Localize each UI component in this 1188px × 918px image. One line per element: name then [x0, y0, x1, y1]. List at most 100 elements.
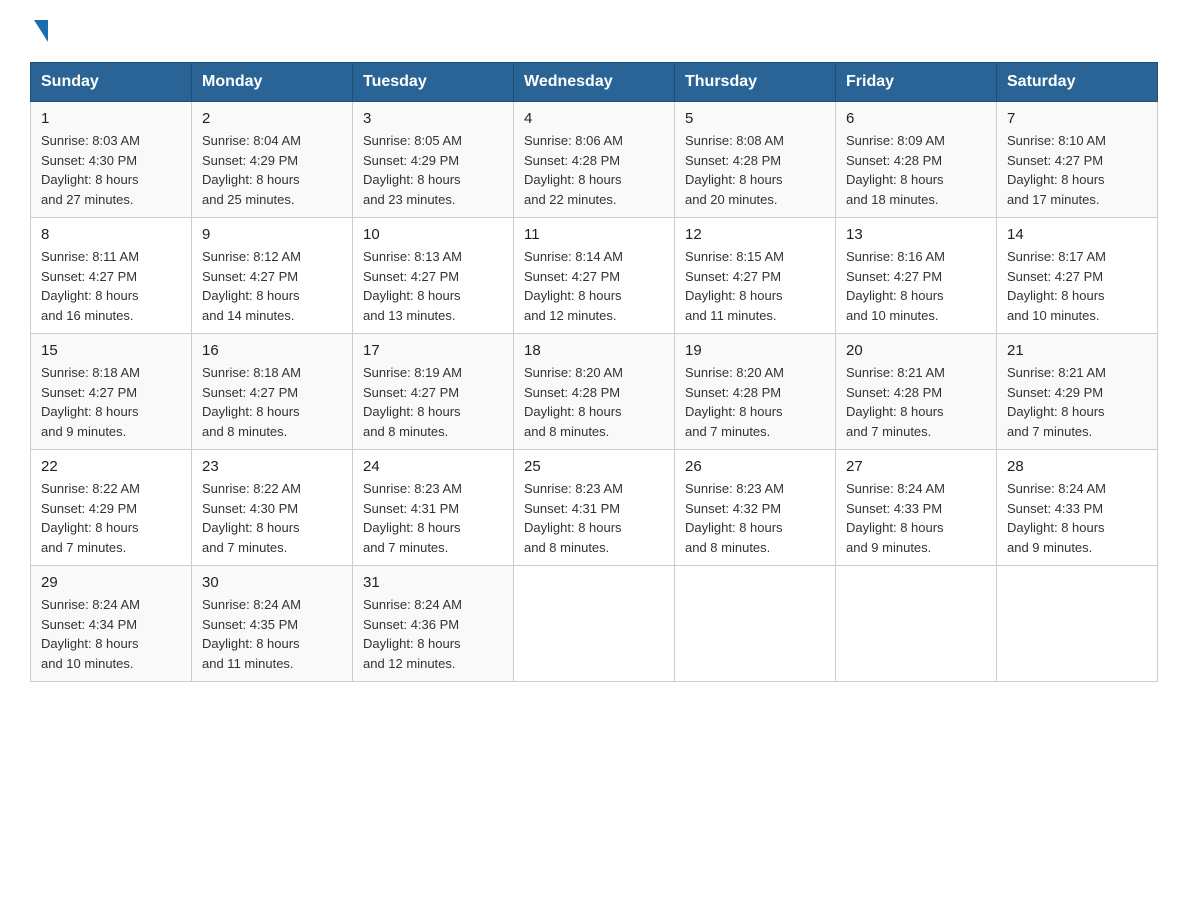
day-number: 28: [1007, 458, 1147, 475]
day-number: 19: [685, 342, 825, 359]
calendar-cell: 17 Sunrise: 8:19 AMSunset: 4:27 PMDayligh…: [353, 334, 514, 450]
calendar-cell: [514, 566, 675, 682]
header-day-wednesday: Wednesday: [514, 63, 675, 102]
calendar-cell: 20 Sunrise: 8:21 AMSunset: 4:28 PMDayligh…: [836, 334, 997, 450]
day-info: Sunrise: 8:24 AMSunset: 4:34 PMDaylight:…: [41, 595, 181, 673]
day-info: Sunrise: 8:06 AMSunset: 4:28 PMDaylight:…: [524, 131, 664, 209]
day-number: 18: [524, 342, 664, 359]
day-info: Sunrise: 8:12 AMSunset: 4:27 PMDaylight:…: [202, 247, 342, 325]
day-info: Sunrise: 8:23 AMSunset: 4:31 PMDaylight:…: [524, 479, 664, 557]
calendar-cell: 25 Sunrise: 8:23 AMSunset: 4:31 PMDayligh…: [514, 450, 675, 566]
calendar-cell: 28 Sunrise: 8:24 AMSunset: 4:33 PMDayligh…: [997, 450, 1158, 566]
day-number: 9: [202, 226, 342, 243]
day-number: 22: [41, 458, 181, 475]
day-info: Sunrise: 8:17 AMSunset: 4:27 PMDaylight:…: [1007, 247, 1147, 325]
day-number: 30: [202, 574, 342, 591]
day-info: Sunrise: 8:18 AMSunset: 4:27 PMDaylight:…: [41, 363, 181, 441]
day-number: 31: [363, 574, 503, 591]
day-info: Sunrise: 8:22 AMSunset: 4:29 PMDaylight:…: [41, 479, 181, 557]
header-day-saturday: Saturday: [997, 63, 1158, 102]
day-number: 3: [363, 110, 503, 127]
calendar-cell: 6 Sunrise: 8:09 AMSunset: 4:28 PMDaylight…: [836, 102, 997, 218]
calendar-cell: 10 Sunrise: 8:13 AMSunset: 4:27 PMDayligh…: [353, 218, 514, 334]
calendar-week-row: 29 Sunrise: 8:24 AMSunset: 4:34 PMDayligh…: [31, 566, 1158, 682]
day-number: 11: [524, 226, 664, 243]
day-number: 8: [41, 226, 181, 243]
day-number: 26: [685, 458, 825, 475]
day-number: 12: [685, 226, 825, 243]
calendar-cell: 11 Sunrise: 8:14 AMSunset: 4:27 PMDayligh…: [514, 218, 675, 334]
day-info: Sunrise: 8:14 AMSunset: 4:27 PMDaylight:…: [524, 247, 664, 325]
day-number: 23: [202, 458, 342, 475]
calendar-cell: 13 Sunrise: 8:16 AMSunset: 4:27 PMDayligh…: [836, 218, 997, 334]
calendar-cell: 22 Sunrise: 8:22 AMSunset: 4:29 PMDayligh…: [31, 450, 192, 566]
day-info: Sunrise: 8:19 AMSunset: 4:27 PMDaylight:…: [363, 363, 503, 441]
calendar-cell: 8 Sunrise: 8:11 AMSunset: 4:27 PMDaylight…: [31, 218, 192, 334]
day-number: 16: [202, 342, 342, 359]
calendar-cell: 4Sunrise: 8:06 AMSunset: 4:28 PMDaylight…: [514, 102, 675, 218]
calendar-cell: 23Sunrise: 8:22 AMSunset: 4:30 PMDayligh…: [192, 450, 353, 566]
page-header: [30, 20, 1158, 44]
day-info: Sunrise: 8:08 AMSunset: 4:28 PMDaylight:…: [685, 131, 825, 209]
calendar-cell: 18 Sunrise: 8:20 AMSunset: 4:28 PMDayligh…: [514, 334, 675, 450]
day-number: 20: [846, 342, 986, 359]
day-number: 2: [202, 110, 342, 127]
day-number: 24: [363, 458, 503, 475]
day-number: 25: [524, 458, 664, 475]
day-number: 27: [846, 458, 986, 475]
day-number: 13: [846, 226, 986, 243]
calendar-cell: 12 Sunrise: 8:15 AMSunset: 4:27 PMDayligh…: [675, 218, 836, 334]
calendar-cell: 30Sunrise: 8:24 AMSunset: 4:35 PMDayligh…: [192, 566, 353, 682]
calendar-cell: 21 Sunrise: 8:21 AMSunset: 4:29 PMDayligh…: [997, 334, 1158, 450]
calendar-header-row: SundayMondayTuesdayWednesdayThursdayFrid…: [31, 63, 1158, 102]
logo-triangle-icon: [34, 20, 48, 42]
day-number: 15: [41, 342, 181, 359]
day-info: Sunrise: 8:24 AMSunset: 4:33 PMDaylight:…: [1007, 479, 1147, 557]
day-info: Sunrise: 8:21 AMSunset: 4:28 PMDaylight:…: [846, 363, 986, 441]
day-number: 21: [1007, 342, 1147, 359]
calendar-cell: 31Sunrise: 8:24 AMSunset: 4:36 PMDayligh…: [353, 566, 514, 682]
day-number: 5: [685, 110, 825, 127]
calendar-week-row: 15 Sunrise: 8:18 AMSunset: 4:27 PMDayligh…: [31, 334, 1158, 450]
day-info: Sunrise: 8:03 AMSunset: 4:30 PMDaylight:…: [41, 131, 181, 209]
day-info: Sunrise: 8:23 AMSunset: 4:31 PMDaylight:…: [363, 479, 503, 557]
day-number: 14: [1007, 226, 1147, 243]
day-number: 29: [41, 574, 181, 591]
calendar-cell: 16 Sunrise: 8:18 AMSunset: 4:27 PMDayligh…: [192, 334, 353, 450]
header-day-friday: Friday: [836, 63, 997, 102]
day-info: Sunrise: 8:23 AMSunset: 4:32 PMDaylight:…: [685, 479, 825, 557]
header-day-tuesday: Tuesday: [353, 63, 514, 102]
calendar-cell: 24 Sunrise: 8:23 AMSunset: 4:31 PMDayligh…: [353, 450, 514, 566]
calendar-cell: 3Sunrise: 8:05 AMSunset: 4:29 PMDaylight…: [353, 102, 514, 218]
day-number: 6: [846, 110, 986, 127]
calendar-cell: 19 Sunrise: 8:20 AMSunset: 4:28 PMDayligh…: [675, 334, 836, 450]
day-number: 7: [1007, 110, 1147, 127]
day-info: Sunrise: 8:21 AMSunset: 4:29 PMDaylight:…: [1007, 363, 1147, 441]
day-info: Sunrise: 8:18 AMSunset: 4:27 PMDaylight:…: [202, 363, 342, 441]
calendar-cell: [836, 566, 997, 682]
day-number: 17: [363, 342, 503, 359]
logo: [30, 20, 48, 44]
day-info: Sunrise: 8:10 AMSunset: 4:27 PMDaylight:…: [1007, 131, 1147, 209]
calendar-cell: 5 Sunrise: 8:08 AMSunset: 4:28 PMDaylight…: [675, 102, 836, 218]
day-info: Sunrise: 8:20 AMSunset: 4:28 PMDaylight:…: [685, 363, 825, 441]
header-day-monday: Monday: [192, 63, 353, 102]
day-info: Sunrise: 8:09 AMSunset: 4:28 PMDaylight:…: [846, 131, 986, 209]
calendar-cell: 29 Sunrise: 8:24 AMSunset: 4:34 PMDayligh…: [31, 566, 192, 682]
calendar-cell: 1Sunrise: 8:03 AMSunset: 4:30 PMDaylight…: [31, 102, 192, 218]
day-info: Sunrise: 8:20 AMSunset: 4:28 PMDaylight:…: [524, 363, 664, 441]
calendar-week-row: 8 Sunrise: 8:11 AMSunset: 4:27 PMDaylight…: [31, 218, 1158, 334]
day-info: Sunrise: 8:04 AMSunset: 4:29 PMDaylight:…: [202, 131, 342, 209]
day-info: Sunrise: 8:24 AMSunset: 4:33 PMDaylight:…: [846, 479, 986, 557]
calendar-table: SundayMondayTuesdayWednesdayThursdayFrid…: [30, 62, 1158, 682]
calendar-cell: [675, 566, 836, 682]
calendar-cell: 2 Sunrise: 8:04 AMSunset: 4:29 PMDaylight…: [192, 102, 353, 218]
day-info: Sunrise: 8:16 AMSunset: 4:27 PMDaylight:…: [846, 247, 986, 325]
calendar-week-row: 22 Sunrise: 8:22 AMSunset: 4:29 PMDayligh…: [31, 450, 1158, 566]
day-number: 10: [363, 226, 503, 243]
day-info: Sunrise: 8:15 AMSunset: 4:27 PMDaylight:…: [685, 247, 825, 325]
day-info: Sunrise: 8:13 AMSunset: 4:27 PMDaylight:…: [363, 247, 503, 325]
calendar-cell: [997, 566, 1158, 682]
header-day-thursday: Thursday: [675, 63, 836, 102]
day-info: Sunrise: 8:11 AMSunset: 4:27 PMDaylight:…: [41, 247, 181, 325]
